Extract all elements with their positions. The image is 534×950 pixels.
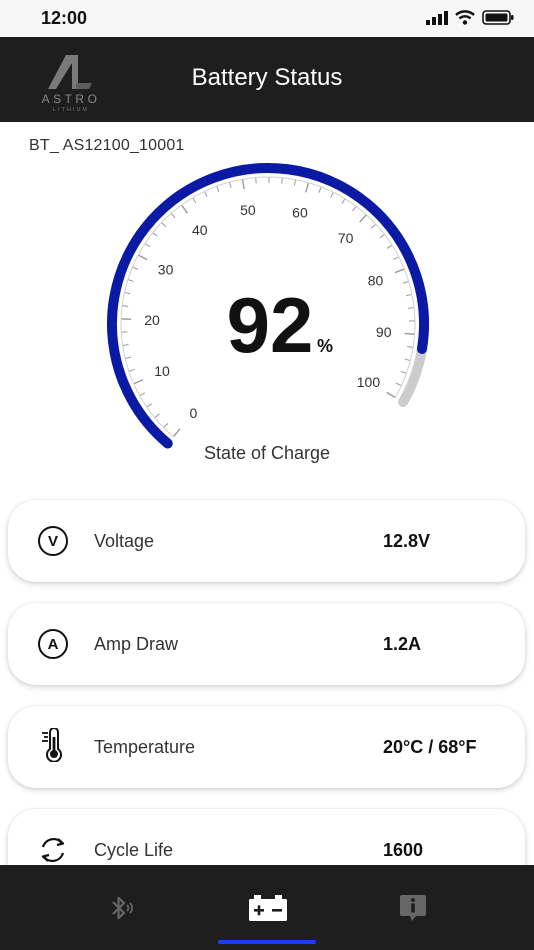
gauge-tick bbox=[181, 204, 189, 214]
gauge-tick-label: 90 bbox=[376, 324, 392, 340]
cycle-icon bbox=[41, 838, 65, 862]
gauge-tick bbox=[386, 244, 393, 249]
nav-battery[interactable] bbox=[218, 865, 318, 950]
gauge-tick bbox=[395, 382, 402, 387]
gauge-tick bbox=[404, 358, 411, 362]
gauge-tick bbox=[122, 305, 129, 307]
gauge-tick bbox=[139, 392, 146, 397]
cycle-life-value: 1600 bbox=[383, 840, 424, 860]
gauge-tick bbox=[124, 291, 131, 295]
gauge-tick bbox=[125, 356, 132, 360]
gauge-tick bbox=[406, 293, 413, 297]
gauge-tick bbox=[352, 205, 357, 212]
gauge-tick bbox=[192, 197, 197, 204]
temperature-label: Temperature bbox=[94, 737, 196, 757]
thermometer-icon bbox=[42, 728, 62, 762]
gauge-tick bbox=[404, 332, 415, 335]
gauge-tick-label: 30 bbox=[158, 262, 174, 278]
gauge-tick-label: 80 bbox=[368, 273, 384, 289]
nav-info[interactable] bbox=[363, 865, 463, 950]
gauge-tick bbox=[161, 222, 167, 228]
gauge-tick bbox=[228, 182, 232, 189]
gauge-tick bbox=[293, 179, 297, 186]
page-title: Battery Status bbox=[191, 64, 343, 91]
gauge-tick bbox=[216, 186, 220, 193]
gauge-tick-label: 40 bbox=[192, 222, 208, 238]
gauge-tick bbox=[394, 268, 405, 274]
gauge-tick bbox=[371, 223, 377, 229]
gauge-tick bbox=[281, 177, 283, 184]
battery-icon bbox=[249, 894, 287, 921]
gauge-tick bbox=[255, 177, 257, 184]
gauge-tick bbox=[132, 266, 139, 270]
gauge-tick-label: 100 bbox=[357, 374, 381, 390]
gauge-tick bbox=[402, 281, 409, 284]
gauge-tick bbox=[359, 214, 367, 223]
gauge-tick bbox=[152, 232, 158, 237]
app-header: ASTRO LITHIUM Battery Status bbox=[0, 37, 534, 122]
status-bar: 12:00 bbox=[0, 0, 534, 37]
gauge-tick bbox=[137, 254, 148, 261]
gauge-tick bbox=[154, 413, 160, 419]
gauge-tick-label: 20 bbox=[144, 312, 160, 328]
amp-draw-value: 1.2A bbox=[383, 634, 422, 654]
gauge-tick bbox=[400, 370, 407, 374]
gauge-tick bbox=[393, 256, 399, 260]
bluetooth-icon bbox=[112, 896, 133, 919]
gauge-tick bbox=[163, 422, 169, 428]
gauge-tick bbox=[386, 391, 396, 399]
gauge-tick bbox=[379, 233, 385, 239]
amp-icon: A bbox=[38, 629, 68, 659]
cycle-life-label: Cycle Life bbox=[94, 840, 174, 860]
gauge-tick bbox=[305, 182, 310, 193]
gauge-tick bbox=[241, 179, 245, 190]
gauge-tick-label: 60 bbox=[292, 204, 308, 220]
gauge-label: State of Charge bbox=[203, 443, 331, 463]
voltage-label: Voltage bbox=[94, 531, 155, 551]
gauge-tick bbox=[318, 186, 322, 193]
status-time: 12:00 bbox=[41, 8, 88, 28]
voltage-icon: V bbox=[38, 526, 68, 556]
temperature-card: Temperature 20°C / 68°F bbox=[8, 706, 525, 788]
gauge-tick bbox=[172, 428, 181, 438]
nav-bluetooth[interactable] bbox=[70, 865, 170, 950]
temperature-value: 20°C / 68°F bbox=[383, 737, 477, 757]
info-icon bbox=[400, 894, 426, 921]
gauge-tick bbox=[133, 379, 144, 385]
gauge-tick-label: 50 bbox=[240, 202, 256, 218]
state-of-charge-gauge: 0 10 20 30 40 50 60 70 80 90 100 92 % bbox=[107, 162, 429, 449]
gauge-tick bbox=[204, 191, 208, 198]
voltage-card: V Voltage 12.8V bbox=[8, 500, 525, 582]
gauge-tick-label: 70 bbox=[338, 230, 354, 246]
bottom-nav bbox=[0, 865, 534, 950]
amp-draw-card: A Amp Draw 1.2A bbox=[8, 603, 525, 685]
gauge-tick bbox=[144, 243, 151, 248]
gauge-tick bbox=[127, 279, 134, 282]
gauge-tick bbox=[128, 368, 135, 372]
logo-sub-text: LITHIUM bbox=[53, 107, 89, 113]
battery-status-icon bbox=[482, 10, 514, 25]
status-icons bbox=[426, 10, 514, 25]
gauge-tick-label: 0 bbox=[190, 405, 198, 421]
amp-draw-label: Amp Draw bbox=[94, 634, 179, 654]
gauge-tick bbox=[330, 192, 334, 198]
gauge-tick bbox=[122, 344, 129, 346]
gauge-tick bbox=[170, 213, 176, 219]
nav-active-indicator bbox=[218, 940, 316, 944]
gauge-tick bbox=[341, 198, 346, 205]
gauge-tick bbox=[408, 307, 415, 309]
wifi-icon bbox=[455, 10, 475, 25]
signal-icon bbox=[426, 10, 448, 25]
gauge-tick bbox=[146, 403, 152, 408]
gauge-unit: % bbox=[317, 336, 333, 356]
logo-brand-text: ASTRO bbox=[42, 92, 101, 106]
gauge-tick bbox=[407, 346, 414, 348]
voltage-value: 12.8V bbox=[383, 531, 431, 551]
gauge-value: 92 bbox=[227, 281, 314, 369]
gauge-tick-label: 10 bbox=[154, 363, 170, 379]
